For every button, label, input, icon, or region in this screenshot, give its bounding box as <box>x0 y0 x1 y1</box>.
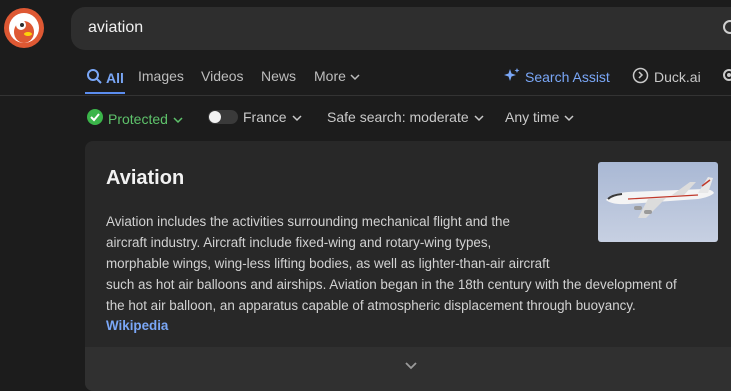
search-icon[interactable] <box>722 19 731 37</box>
check-circle-icon <box>87 109 103 128</box>
tab-news[interactable]: News <box>261 68 296 84</box>
time-filter[interactable]: Any time <box>505 109 574 125</box>
airplane-image[interactable] <box>598 162 718 242</box>
region-filter[interactable]: France <box>208 109 302 125</box>
protected-label: Protected <box>108 110 168 127</box>
description-line: the hot air balloon, an apparatus capabl… <box>106 298 636 313</box>
tab-label: Videos <box>201 68 244 84</box>
search-icon <box>86 68 102 87</box>
protected-filter[interactable]: Protected <box>87 109 183 128</box>
tab-label: All <box>106 69 124 86</box>
wikipedia-link[interactable]: Wikipedia <box>106 318 168 333</box>
search-assist-label: Search Assist <box>525 68 610 85</box>
chevron-down-icon <box>564 109 574 125</box>
tab-label: News <box>261 68 297 84</box>
chevron-down-icon <box>350 68 360 84</box>
region-label: France <box>243 109 287 125</box>
chat-icon <box>632 67 649 87</box>
region-toggle[interactable] <box>208 110 238 124</box>
chevron-down-icon[interactable] <box>404 359 418 373</box>
nav-divider <box>0 95 731 96</box>
tab-more[interactable]: More <box>314 68 360 84</box>
safe-search-label: Safe search: moderate <box>327 109 469 125</box>
card-title: Aviation <box>106 167 185 189</box>
chevron-down-icon <box>474 109 484 125</box>
active-tab-indicator <box>85 92 125 94</box>
tab-label: Images <box>138 68 184 84</box>
chevron-down-icon <box>173 111 183 127</box>
search-query[interactable]: aviation <box>88 19 143 37</box>
knowledge-card: Aviation Aviation includes the activitie… <box>85 141 731 391</box>
safe-search-filter[interactable]: Safe search: moderate <box>327 109 484 125</box>
duck-ai-label: Duck.ai <box>654 69 701 85</box>
card-expand-bar[interactable] <box>85 347 731 391</box>
search-input[interactable]: aviation <box>71 7 731 50</box>
description-line: morphable wings, wing-less lifting bodie… <box>106 256 550 271</box>
chevron-down-icon <box>292 109 302 125</box>
description-line: Aviation includes the activities surroun… <box>106 214 510 229</box>
time-label: Any time <box>505 109 560 125</box>
tab-label: More <box>314 68 346 84</box>
duck-ai-link[interactable]: Duck.ai <box>632 67 701 87</box>
tab-all[interactable]: All <box>86 68 124 87</box>
sparkle-icon <box>504 67 520 86</box>
tab-images[interactable]: Images <box>138 68 184 84</box>
duckduckgo-logo[interactable] <box>4 8 44 48</box>
description-line: such as hot air balloons and airships. A… <box>106 277 677 292</box>
search-assist-link[interactable]: Search Assist <box>504 67 610 86</box>
description-line: aircraft industry. Aircraft include fixe… <box>106 235 492 250</box>
settings-gear-icon[interactable] <box>721 67 731 83</box>
tab-videos[interactable]: Videos <box>201 68 244 84</box>
